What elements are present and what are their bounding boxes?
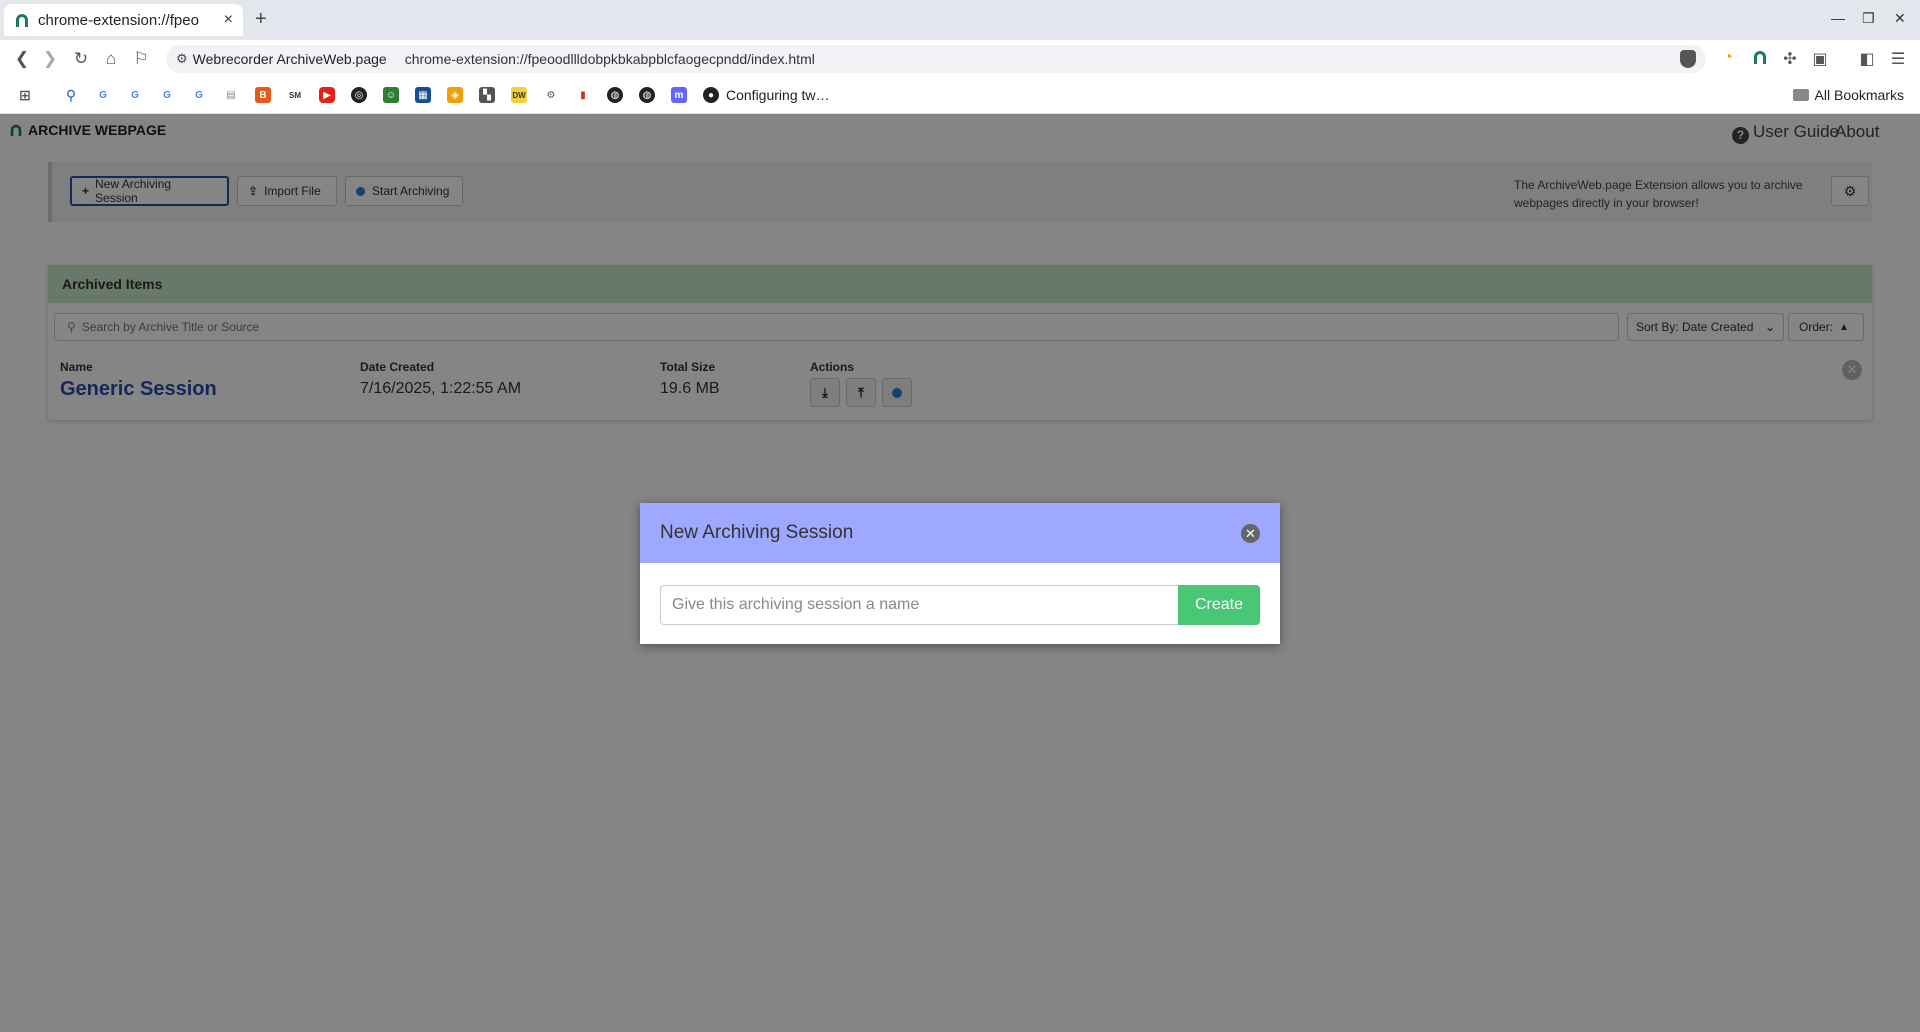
tab-strip: chrome-extension://fpeo × + — ❐ ✕ (0, 0, 1920, 40)
folder-icon (1792, 89, 1809, 101)
restore-icon[interactable]: ❐ (1862, 10, 1875, 27)
brave-b-icon[interactable]: B (255, 87, 271, 103)
robot-icon[interactable]: ☺ (383, 87, 399, 103)
new-session-modal: New Archiving Session ✕ Create (640, 503, 1280, 644)
orange-badge-icon[interactable]: ◈ (447, 87, 463, 103)
modal-title: New Archiving Session (660, 522, 854, 543)
globe-icon[interactable]: ◍ (607, 87, 623, 103)
archiveweb-logo-icon (16, 14, 28, 27)
site-name: Webrecorder ArchiveWeb.page (192, 51, 387, 67)
circle-logo-icon[interactable]: ◎ (351, 87, 367, 103)
news-icon[interactable]: ▦ (415, 87, 431, 103)
browser-tab[interactable]: chrome-extension://fpeo × (4, 4, 243, 36)
all-bookmarks-button[interactable]: All Bookmarks (1792, 87, 1904, 103)
sidebar-icon[interactable]: ◧ (1857, 49, 1877, 69)
url-text[interactable]: chrome-extension://fpeoodllldobpkbkabpbl… (405, 51, 815, 67)
menu-icon[interactable]: ☰ (1888, 49, 1908, 69)
globe-icon[interactable]: ◍ (639, 87, 655, 103)
tiles-icon[interactable]: ▚ (479, 87, 495, 103)
modal-header: New Archiving Session (640, 503, 1280, 563)
mastodon-icon[interactable]: m (671, 87, 687, 103)
session-name-input[interactable] (660, 585, 1178, 625)
wallet-icon[interactable]: ▣ (1810, 49, 1830, 69)
home-icon[interactable]: ⌂ (101, 49, 121, 69)
google-icon[interactable]: G (95, 87, 111, 103)
tab-title: chrome-extension://fpeo (38, 11, 199, 29)
bookmarks-bar: ⊞ ⚲ G G G G ▤ B SM ▶ ◎ ☺ ▦ ◈ ▚ DW ⚙ ▮ ◍ … (0, 78, 1920, 114)
bar-chart-icon[interactable]: ▮ (575, 87, 591, 103)
github-icon[interactable]: ● (703, 87, 719, 103)
search-icon[interactable]: ⚲ (63, 87, 79, 103)
archiveweb-extension-icon[interactable] (1750, 49, 1770, 70)
google-icon[interactable]: G (127, 87, 143, 103)
forward-icon[interactable]: ❯ (40, 49, 60, 69)
bookmark-configuring[interactable]: Configuring tw… (726, 87, 830, 103)
minimize-icon[interactable]: — (1831, 10, 1845, 26)
close-window-icon[interactable]: ✕ (1894, 10, 1906, 27)
address-bar[interactable]: ⚙ Webrecorder ArchiveWeb.page chrome-ext… (166, 45, 1706, 73)
youtube-icon[interactable]: ▶ (319, 87, 335, 103)
back-icon[interactable]: ❮ (12, 49, 32, 69)
steam-icon[interactable]: ⚙ (543, 87, 559, 103)
yellow-badge-icon[interactable]: DW (511, 87, 527, 103)
create-button[interactable]: Create (1178, 585, 1260, 625)
tab-close-icon[interactable]: × (224, 11, 233, 29)
reload-icon[interactable]: ↻ (71, 49, 91, 69)
new-tab-button[interactable]: + (255, 8, 267, 31)
extension-icon: ⚙ (176, 51, 188, 66)
all-bookmarks-label: All Bookmarks (1814, 87, 1904, 103)
modal-close-icon[interactable]: ✕ (1241, 524, 1260, 543)
bookmark-icon[interactable]: ⚐ (131, 49, 151, 69)
apps-grid-icon[interactable]: ⊞ (17, 87, 33, 103)
modal-form: Create (660, 585, 1260, 625)
rss-icon[interactable]: ◔ (1718, 49, 1738, 67)
google-icon[interactable]: G (191, 87, 207, 103)
brave-shield-icon[interactable] (1680, 50, 1696, 68)
puzzle-icon[interactable]: ✣ (1780, 49, 1800, 69)
document-icon[interactable]: ▤ (223, 87, 239, 103)
sm-icon[interactable]: SM (287, 87, 303, 103)
google-icon[interactable]: G (159, 87, 175, 103)
browser-toolbar: ❮ ❯ ↻ ⌂ ⚐ ⚙ Webrecorder ArchiveWeb.page … (0, 40, 1920, 78)
archiveweb-logo-icon (1754, 51, 1766, 64)
